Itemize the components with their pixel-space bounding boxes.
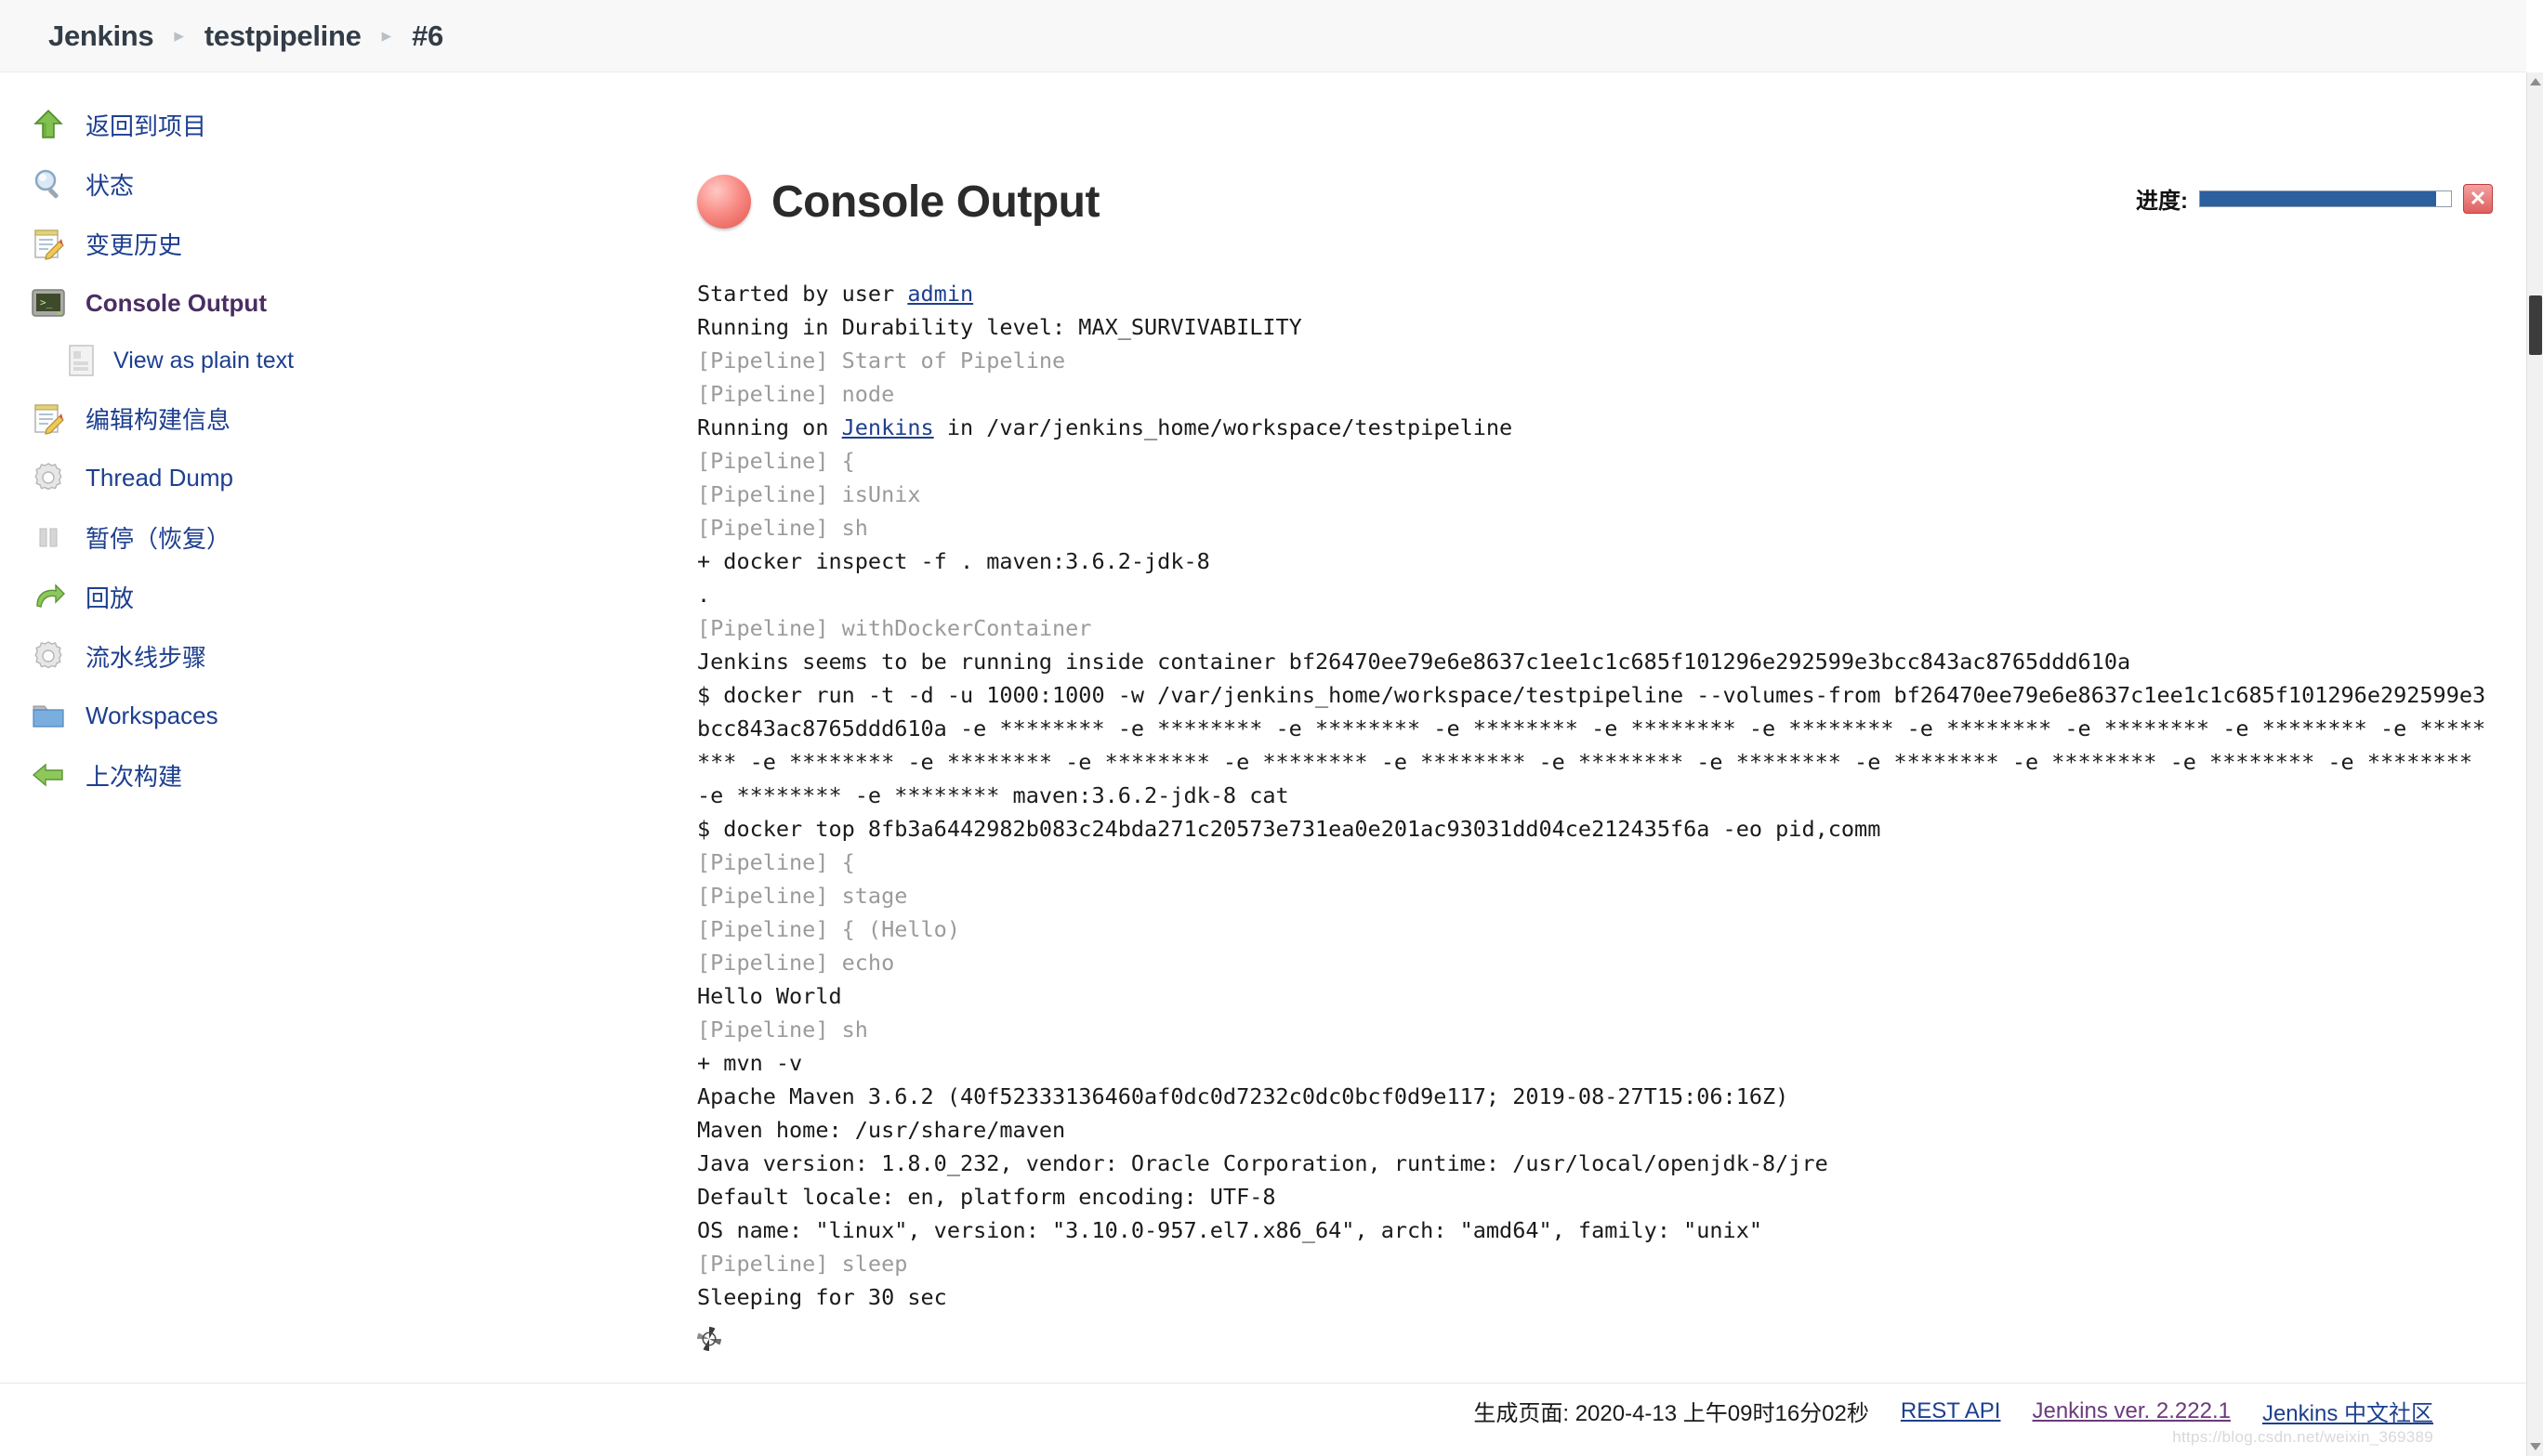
footer-community-link[interactable]: Jenkins 中文社区 — [2262, 1395, 2433, 1427]
console-line: . — [697, 582, 711, 608]
console-line: [Pipeline] echo — [697, 950, 895, 976]
sidebar-item-workspaces[interactable]: Workspaces — [0, 686, 669, 745]
console-line: Started by user admin — [697, 281, 974, 307]
green-up-arrow-icon — [28, 104, 69, 145]
page-title: Console Output — [771, 177, 1100, 227]
console-line: [Pipeline] sleep — [697, 1251, 908, 1277]
magnifier-icon — [28, 164, 69, 204]
console-line: Sleeping for 30 sec — [697, 1284, 947, 1310]
sidebar-item-pause-resume[interactable]: 暂停（恢复） — [0, 507, 669, 567]
sidebar-item-thread-dump[interactable]: Thread Dump — [0, 448, 669, 507]
progress-label: 进度: — [2136, 189, 2188, 214]
gear-icon — [28, 636, 69, 676]
sidebar-item-edit-build-information[interactable]: 编辑构建信息 — [0, 388, 669, 448]
console-line: Maven home: /usr/share/maven — [697, 1117, 1066, 1143]
build-progress-area: 进度: ✕ — [2136, 182, 2493, 215]
console-line: Jenkins seems to be running inside conta… — [697, 649, 2131, 675]
page-footer: 生成页面: 2020-4-13 上午09时16分02秒 REST API Jen… — [0, 1383, 2526, 1438]
gear-icon — [28, 457, 69, 498]
console-line: Java version: 1.8.0_232, vendor: Oracle … — [697, 1150, 1828, 1176]
console-line: Hello World — [697, 983, 842, 1009]
console-line: [Pipeline] sh — [697, 515, 868, 541]
sidebar-item-pipeline-steps[interactable]: 流水线步骤 — [0, 626, 669, 686]
footer-jenkins-version-link[interactable]: Jenkins ver. 2.222.1 — [2032, 1398, 2230, 1424]
folder-icon — [28, 695, 69, 736]
build-status-ball-icon — [697, 175, 751, 229]
sidebar-item-label: 状态 — [86, 171, 135, 200]
breadcrumb-item-build-number[interactable]: #6 — [412, 20, 443, 53]
breadcrumb-separator-icon: ▸ — [174, 25, 184, 46]
stop-build-button[interactable]: ✕ — [2463, 183, 2493, 214]
green-replay-arrow-icon — [28, 576, 69, 617]
console-line: [Pipeline] { (Hello) — [697, 916, 960, 942]
sidebar-item-label: 流水线步骤 — [86, 643, 207, 672]
pause-icon — [28, 517, 69, 557]
document-icon — [65, 342, 99, 379]
sidebar-item-label: View as plain text — [113, 347, 295, 374]
sidebar-item-replay[interactable]: 回放 — [0, 567, 669, 626]
svg-text:>_: >_ — [40, 296, 53, 308]
notepad-pencil-icon — [28, 398, 69, 439]
terminal-icon: >_ — [28, 282, 69, 323]
sidebar-item-label: 暂停（恢复） — [86, 524, 231, 553]
breadcrumb-separator-icon: ▸ — [381, 25, 392, 46]
console-link[interactable]: Jenkins — [842, 414, 934, 440]
sidebar-item-console-output[interactable]: >_ Console Output — [0, 273, 669, 333]
footer-generated-timestamp: 生成页面: 2020-4-13 上午09时16分02秒 — [1473, 1401, 1869, 1426]
scrollbar-up-arrow-icon[interactable] — [2530, 78, 2541, 85]
console-line: [Pipeline] { — [697, 849, 855, 875]
breadcrumb: Jenkins ▸ testpipeline ▸ #6 — [0, 0, 2526, 72]
sidebar-item-label: 编辑构建信息 — [86, 405, 231, 434]
scrollbar-down-arrow-icon[interactable] — [2530, 1443, 2541, 1450]
breadcrumb-item-testpipeline[interactable]: testpipeline — [204, 20, 362, 53]
sidebar-item-status[interactable]: 状态 — [0, 154, 669, 214]
sidebar-item-label: 回放 — [86, 584, 135, 612]
console-line: Running on Jenkins in /var/jenkins_home/… — [697, 414, 1513, 440]
console-line: [Pipeline] { — [697, 448, 855, 474]
page-scrollbar[interactable] — [2526, 72, 2543, 1456]
notepad-pencil-icon — [28, 223, 69, 264]
watermark-text: https://blog.csdn.net/weixin_369389 — [2172, 1428, 2433, 1446]
main-content: 进度: ✕ Console Output Started by user adm… — [669, 72, 2526, 1383]
sidebar-item-label: 返回到项目 — [86, 111, 207, 140]
console-line: [Pipeline] isUnix — [697, 481, 921, 507]
sidebar-item-back-to-project[interactable]: 返回到项目 — [0, 95, 669, 154]
sidebar-item-label: 变更历史 — [86, 230, 183, 259]
console-line: [Pipeline] stage — [697, 883, 908, 909]
console-line: [Pipeline] withDockerContainer — [697, 615, 1092, 641]
sidebar-item-change-history[interactable]: 变更历史 — [0, 214, 669, 273]
console-line: $ docker run -t -d -u 1000:1000 -w /var/… — [697, 682, 2486, 808]
footer-rest-api-link[interactable]: REST API — [1901, 1398, 2001, 1424]
progress-bar-fill — [2200, 190, 2436, 206]
console-line: Default locale: en, platform encoding: U… — [697, 1184, 1276, 1210]
console-line: $ docker top 8fb3a6442982b083c24bda271c2… — [697, 816, 1881, 842]
console-line: [Pipeline] sh — [697, 1017, 868, 1043]
console-output-log: Started by user admin Running in Durabili… — [679, 277, 2489, 1360]
console-line: OS name: "linux", version: "3.10.0-957.e… — [697, 1217, 1763, 1243]
sidebar-item-label: Workspaces — [86, 701, 218, 729]
scrollbar-thumb[interactable] — [2529, 295, 2542, 355]
sidebar-item-label: 上次构建 — [86, 762, 183, 791]
sidebar: 返回到项目 状态 变更历史 >_ Console Output View as … — [0, 72, 669, 1383]
sidebar-item-label: Console Output — [86, 288, 267, 317]
sidebar-item-label: Thread Dump — [86, 463, 233, 492]
loading-spinner-icon — [697, 1327, 721, 1351]
sidebar-item-last-build[interactable]: 上次构建 — [0, 745, 669, 805]
sidebar-item-view-as-plain-text[interactable]: View as plain text — [0, 333, 669, 388]
green-left-arrow-icon — [28, 754, 69, 795]
console-line: + mvn -v — [697, 1050, 803, 1076]
console-line: Running in Durability level: MAX_SURVIVA… — [697, 314, 1302, 340]
progress-bar — [2199, 190, 2452, 207]
console-line: [Pipeline] Start of Pipeline — [697, 348, 1066, 374]
console-line: Apache Maven 3.6.2 (40f52333136460af0dc0… — [697, 1083, 1789, 1109]
console-line: [Pipeline] node — [697, 381, 895, 407]
breadcrumb-item-jenkins[interactable]: Jenkins — [48, 20, 154, 53]
console-line: + docker inspect -f . maven:3.6.2-jdk-8 — [697, 548, 1210, 574]
console-link[interactable]: admin — [907, 281, 973, 307]
